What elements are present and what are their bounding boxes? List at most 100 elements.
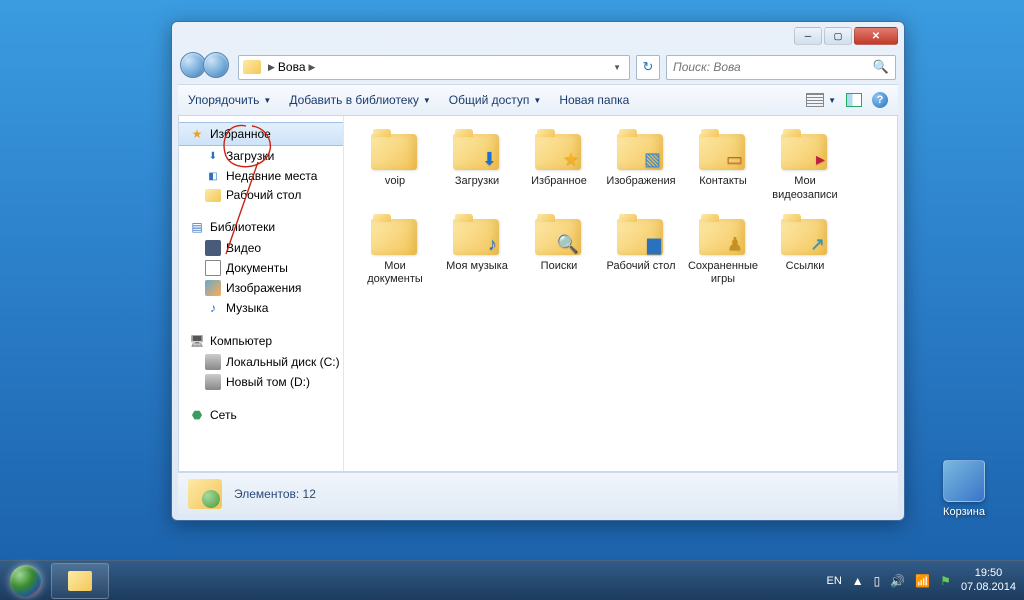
folder-item[interactable]: ⬇ Загрузки (438, 128, 516, 205)
tray-language[interactable]: EN (826, 575, 841, 587)
folder-label: Загрузки (440, 175, 514, 189)
search-icon: 🔍 (873, 59, 889, 75)
explorer-window: ─ ▢ ✕ ▶ Вова ▶ ▼ ↻ 🔍 Упорядочить▼ Добави… (171, 21, 905, 521)
download-icon (205, 148, 221, 164)
system-tray: EN ▲ ▯ 🔊 📶 ⚑ 19:50 07.08.2014 (818, 561, 1024, 600)
content-pane[interactable]: voip ⬇ Загрузки ★ Избранное ▧Изображения▭Конт… (344, 116, 897, 471)
folder-label: Мои документы (358, 260, 432, 288)
sidebar-computer[interactable]: 🖥Компьютер (179, 330, 343, 352)
sidebar-network[interactable]: ⬣Сеть (179, 404, 343, 426)
folder-label: Моя музыка (440, 260, 514, 274)
folder-label: Избранное (522, 175, 596, 189)
overlay-icon: ▆ (647, 234, 661, 255)
folder-item[interactable]: Мои документы (356, 213, 434, 290)
minimize-button[interactable]: ─ (794, 27, 822, 45)
tray-clock[interactable]: 19:50 07.08.2014 (961, 567, 1016, 593)
folder-label: Сохраненные игры (686, 260, 760, 288)
star-icon: ★ (189, 126, 205, 142)
desktop-recycle-bin[interactable]: Корзина (934, 460, 994, 518)
start-button[interactable] (2, 563, 50, 599)
overlay-icon: ▸ (816, 149, 825, 170)
flag-icon[interactable]: ▲ (852, 574, 864, 588)
sidebar-item-downloads[interactable]: Загрузки (179, 146, 343, 166)
chevron-right-icon: ▶ (268, 62, 275, 73)
image-icon (205, 280, 221, 296)
sidebar-item-desktop[interactable]: Рабочий стол (179, 186, 343, 204)
computer-icon: 🖥 (189, 333, 205, 349)
folder-item[interactable]: ♟Сохраненные игры (684, 213, 762, 290)
status-bar: Элементов: 12 (178, 472, 898, 514)
sidebar-item-music[interactable]: Музыка (179, 298, 343, 318)
folder-label: Мои видеозаписи (768, 175, 842, 203)
sidebar-libraries[interactable]: ▤Библиотеки (179, 216, 343, 238)
folder-item[interactable]: voip (356, 128, 434, 205)
library-icon: ▤ (189, 219, 205, 235)
battery-icon[interactable]: ▯ (874, 574, 881, 588)
windows-logo-icon (10, 565, 42, 597)
folder-icon (68, 571, 92, 591)
chevron-right-icon: ▶ (309, 62, 316, 73)
music-icon (205, 300, 221, 316)
disk-icon (205, 374, 221, 390)
overlay-icon: ⬇ (482, 149, 497, 170)
organize-menu[interactable]: Упорядочить▼ (188, 93, 271, 107)
document-icon (205, 260, 221, 276)
folder-item[interactable]: ↗ Ссылки (766, 213, 844, 290)
folder-label: Контакты (686, 175, 760, 189)
video-icon (205, 240, 221, 256)
folder-item[interactable]: ▆ Рабочий стол (602, 213, 680, 290)
folder-icon (243, 60, 261, 74)
toolbar: Упорядочить▼ Добавить в библиотеку▼ Общи… (178, 84, 898, 116)
taskbar-explorer[interactable] (51, 563, 109, 599)
folder-label: Рабочий стол (604, 260, 678, 274)
sidebar-item-images[interactable]: Изображения (179, 278, 343, 298)
sidebar-item-recent[interactable]: Недавние места (179, 166, 343, 186)
breadcrumb-segment[interactable]: Вова (278, 60, 306, 74)
maximize-button[interactable]: ▢ (824, 27, 852, 45)
folder-icon (205, 189, 221, 202)
folder-item[interactable]: 🔍 Поиски (520, 213, 598, 290)
folder-label: Поиски (522, 260, 596, 274)
close-button[interactable]: ✕ (854, 27, 898, 45)
preview-pane-button[interactable] (846, 93, 862, 107)
refresh-button[interactable]: ↻ (636, 55, 660, 80)
forward-button-icon[interactable] (203, 52, 229, 78)
overlay-icon: ▧ (644, 149, 661, 170)
folder-item[interactable]: ▧Изображения (602, 128, 680, 205)
sidebar-item-disk-d[interactable]: Новый том (D:) (179, 372, 343, 392)
folder-label: Ссылки (768, 260, 842, 274)
folder-item[interactable]: ★ Избранное (520, 128, 598, 205)
breadcrumb[interactable]: ▶ Вова ▶ ▼ (238, 55, 630, 80)
volume-icon[interactable]: 🔊 (890, 574, 905, 588)
sidebar-item-disk-c[interactable]: Локальный диск (C:) (179, 352, 343, 372)
titlebar[interactable]: ─ ▢ ✕ (172, 22, 904, 50)
overlay-icon: ↗ (810, 234, 825, 255)
recycle-bin-icon (943, 460, 985, 502)
search-box[interactable]: 🔍 (666, 55, 896, 80)
sidebar-item-documents[interactable]: Документы (179, 258, 343, 278)
chevron-down-icon[interactable]: ▼ (609, 63, 625, 72)
overlay-icon: ♪ (488, 234, 497, 255)
sidebar-item-video[interactable]: Видео (179, 238, 343, 258)
add-to-library-menu[interactable]: Добавить в библиотеку▼ (289, 93, 430, 107)
sidebar-favorites[interactable]: ★Избранное (179, 122, 343, 146)
search-input[interactable] (673, 60, 873, 74)
view-menu[interactable]: ▼ (806, 93, 836, 107)
recycle-bin-label: Корзина (934, 506, 994, 518)
network-icon[interactable]: 📶 (915, 574, 930, 588)
nav-bar: ▶ Вова ▶ ▼ ↻ 🔍 (172, 50, 904, 84)
folder-item[interactable]: ▭Контакты (684, 128, 762, 205)
status-text: Элементов: 12 (234, 487, 316, 501)
folder-label: voip (358, 175, 432, 189)
folder-item[interactable]: ▸ Мои видеозаписи (766, 128, 844, 205)
action-center-icon[interactable]: ⚑ (940, 574, 951, 588)
overlay-icon: ★ (563, 149, 579, 170)
taskbar: EN ▲ ▯ 🔊 📶 ⚑ 19:50 07.08.2014 (0, 560, 1024, 600)
share-menu[interactable]: Общий доступ▼ (449, 93, 542, 107)
folder-item[interactable]: ♪ Моя музыка (438, 213, 516, 290)
network-icon: ⬣ (189, 407, 205, 423)
nav-back-forward[interactable] (180, 52, 232, 82)
overlay-icon: 🔍 (557, 234, 579, 255)
help-button[interactable]: ? (872, 92, 888, 108)
new-folder-button[interactable]: Новая папка (559, 93, 629, 107)
